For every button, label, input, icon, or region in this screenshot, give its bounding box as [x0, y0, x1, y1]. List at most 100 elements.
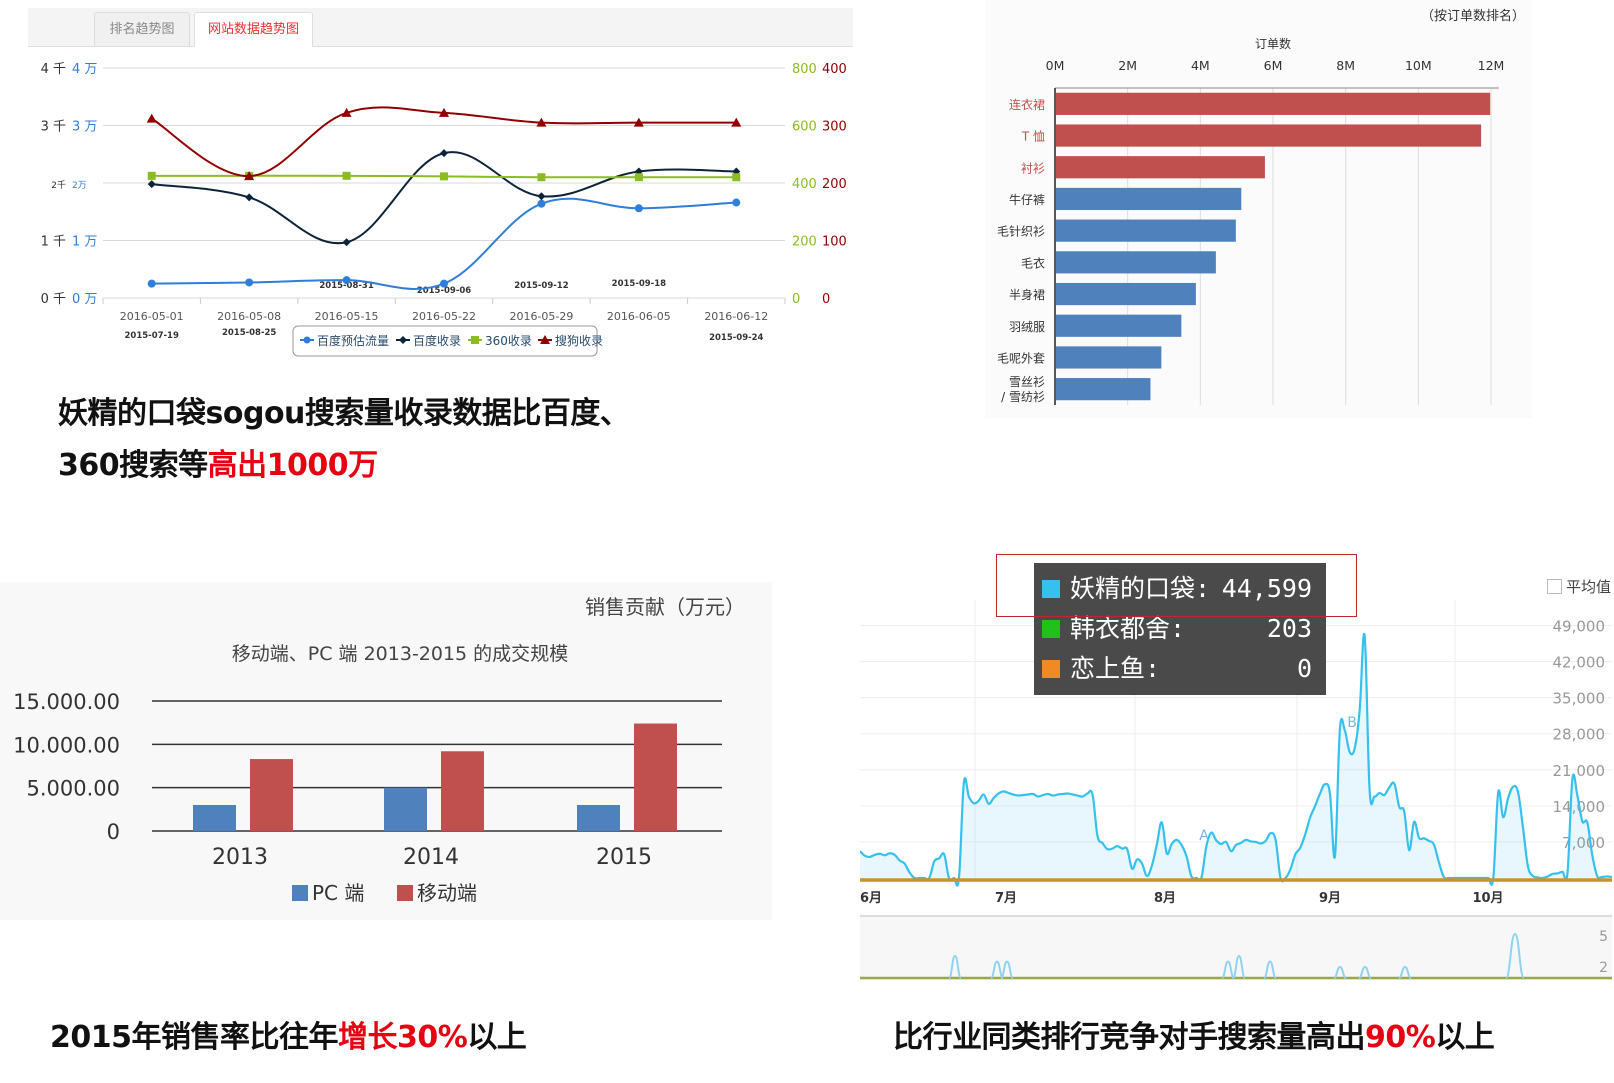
point-annotation: 2015-09-12: [514, 281, 568, 291]
data-point: [147, 171, 156, 180]
average-checkbox[interactable]: [1547, 579, 1562, 594]
point-annotation: 2015-08-25: [222, 328, 276, 338]
bar-pc: [577, 805, 620, 831]
x-axis-tick: 4M: [1191, 58, 1210, 73]
right-axis-tick-green: 400: [792, 177, 817, 192]
data-point: [634, 173, 643, 182]
data-point: [342, 171, 351, 180]
category-label: 毛针织衫: [997, 224, 1045, 239]
legend-label: 搜狗收录: [555, 333, 603, 348]
legend-label: 百度预估流量: [317, 333, 389, 348]
left-axis-tick2: 0 万: [72, 292, 97, 307]
caption-search-pre: 比行业同类排行竞争对手搜索量高出: [893, 1020, 1366, 1055]
y-axis-tick: 15.000.00: [13, 690, 120, 714]
data-point: [537, 199, 546, 208]
bar: [1056, 378, 1151, 401]
left-axis-tick: 3 千: [41, 120, 66, 135]
legend-label: 360收录: [485, 334, 532, 348]
caption-sales-growth: 2015年销售率比往年增长30%以上: [50, 1012, 527, 1056]
bar: [1056, 124, 1482, 147]
category-label: 毛呢外套: [997, 351, 1045, 365]
bar: [1056, 92, 1491, 115]
y-axis-tick: 21,000: [1553, 762, 1606, 780]
category-label: 羽绒服: [1009, 320, 1045, 334]
data-point: [245, 278, 254, 287]
navigator-tick: 2: [1599, 960, 1608, 976]
chart-title: 移动端、PC 端 2013-2015 的成交规模: [232, 643, 568, 665]
data-point: [732, 198, 741, 207]
x-axis-tick: 9月: [1319, 891, 1341, 906]
data-point: [146, 113, 157, 123]
x-axis-tick: 2013: [212, 845, 268, 870]
data-point: [342, 238, 351, 247]
x-axis-tick: 2016-05-15: [315, 310, 379, 323]
series-line-1: [151, 151, 737, 245]
caption-sales-pre: 2015年销售率比往年: [50, 1020, 339, 1055]
x-axis-title: 订单数: [1255, 36, 1291, 51]
navigator-tick: 5: [1599, 929, 1608, 945]
caption-sogou-line2: 360搜索等高出1000万: [58, 440, 378, 484]
y-axis-tick: 5.000.00: [26, 777, 120, 801]
x-axis-tick: 8M: [1336, 58, 1355, 73]
x-axis-tick: 10月: [1472, 891, 1503, 906]
caption-search-highlight: 90%: [1365, 1020, 1436, 1055]
caption-sales-post: 以上: [467, 1020, 527, 1055]
left-axis-tick: 2千: [51, 180, 66, 191]
series-swatch-icon: [1042, 620, 1060, 638]
right-axis-tick-green: 800: [792, 62, 817, 77]
point-annotation: 2015-09-18: [612, 279, 666, 289]
series-line-3: [151, 106, 737, 178]
legend-label: 移动端: [417, 881, 477, 905]
average-label: 平均值: [1566, 578, 1612, 596]
category-label: 连衣裙: [1009, 97, 1045, 112]
x-axis-tick: 6月: [860, 891, 882, 906]
x-axis-tick: 2014: [403, 845, 459, 870]
legend-marker-icon: [303, 336, 311, 344]
legend-label: PC 端: [312, 881, 364, 905]
caption-sogou-line2-pre: 360搜索等: [58, 448, 208, 483]
tooltip-series-value: 0: [1296, 654, 1312, 683]
right-axis-tick-green: 0: [792, 292, 800, 307]
x-axis-tick: 7月: [995, 891, 1017, 906]
caption-sales-highlight: 增长30%: [338, 1020, 468, 1055]
point-annotation: 2015-09-24: [709, 333, 763, 343]
bar-pc: [384, 787, 427, 831]
annotation-label: A: [1199, 828, 1209, 844]
y-axis-tick: 35,000: [1553, 690, 1606, 708]
left-axis-tick: 4 千: [41, 62, 66, 77]
right-axis-tick-green: 600: [792, 120, 817, 135]
bar-pc: [193, 805, 236, 831]
data-point: [440, 149, 448, 158]
x-axis-tick: 2016-05-08: [217, 310, 281, 323]
data-point: [147, 279, 156, 288]
chart-subtitle: （按订单数排名）: [1421, 8, 1525, 24]
bar: [1056, 219, 1236, 242]
caption-search-post: 以上: [1435, 1020, 1495, 1055]
category-label: 毛衣: [1021, 255, 1045, 270]
bar-mobile: [441, 751, 484, 831]
x-axis-tick: 6M: [1264, 58, 1283, 73]
average-toggle[interactable]: 平均值: [1547, 576, 1611, 597]
x-axis-tick: 10M: [1405, 58, 1432, 73]
left-axis-tick: 1 千: [41, 235, 66, 250]
right-axis-tick-red: 300: [822, 120, 847, 135]
site-trend-chart: 0 千 0 万 0 0 1 千 1 万 200 100 2千 2万 400 200 3 千 3 万 600 3…: [41, 62, 847, 357]
point-annotation: 2015-07-19: [125, 331, 179, 341]
annotation-label: B: [1347, 715, 1357, 731]
category-label: 半身裙: [1009, 287, 1045, 302]
legend-swatch-icon: [292, 885, 308, 901]
x-axis-tick: 2016-06-05: [607, 310, 671, 323]
caption-search-volume: 比行业同类排行竞争对手搜索量高出90%以上: [893, 1012, 1495, 1056]
data-point: [147, 180, 156, 189]
left-axis-tick2: 1 万: [72, 235, 97, 250]
x-axis-tick: 12M: [1478, 58, 1505, 73]
category-label: T 恤: [1021, 130, 1045, 144]
legend-label: 百度收录: [413, 333, 461, 348]
x-axis-tick: 2016-05-29: [509, 310, 573, 323]
right-axis-tick-green: 200: [792, 235, 817, 250]
y-axis-tick: 10.000.00: [13, 733, 120, 757]
legend-marker-icon: [471, 336, 479, 344]
data-point: [342, 276, 351, 285]
caption-sogou-highlight: 高出1000万: [207, 448, 379, 483]
left-axis-tick2: 2万: [72, 181, 87, 191]
